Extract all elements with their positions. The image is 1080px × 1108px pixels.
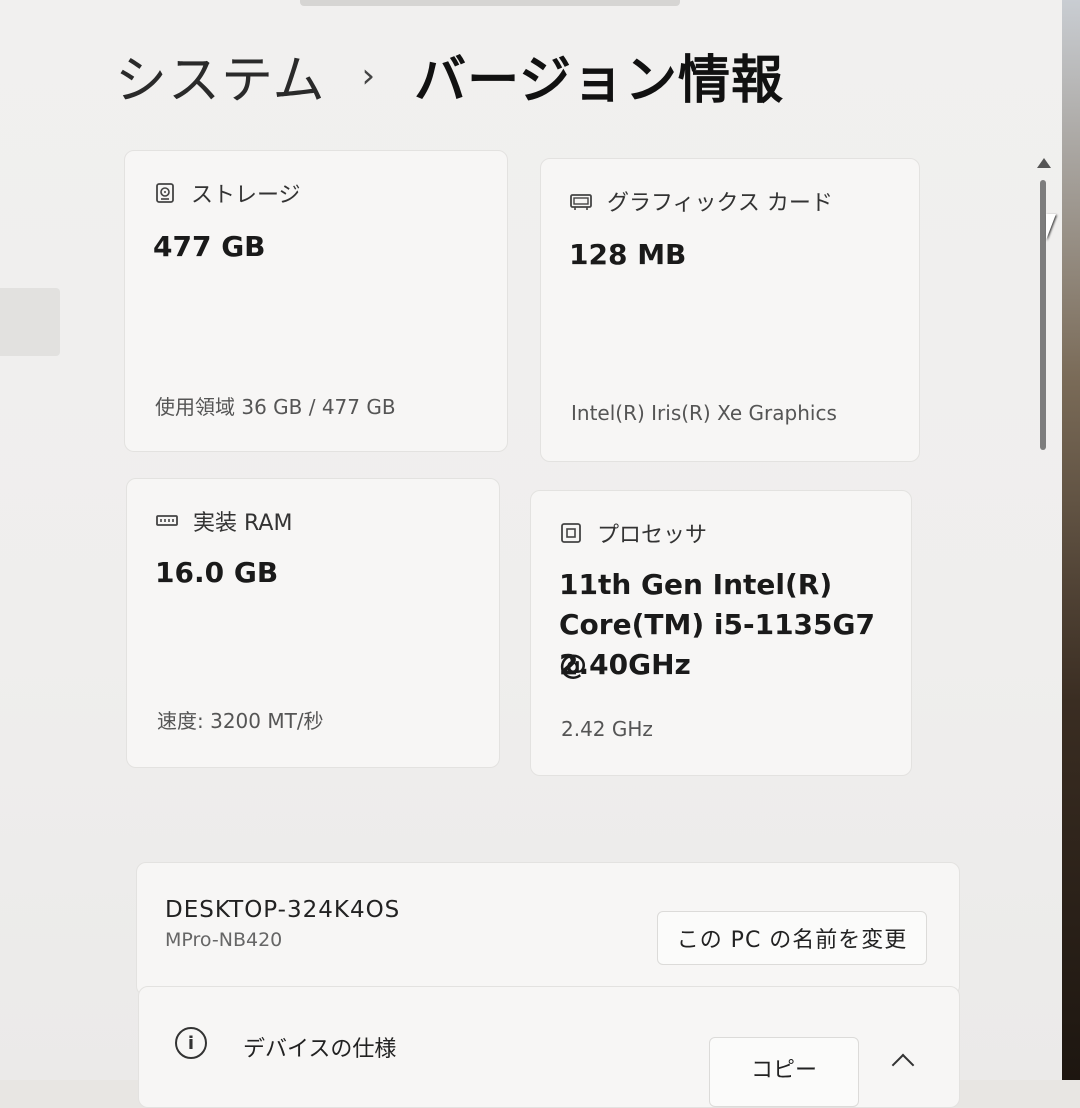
device-specs-section[interactable]: i デバイスの仕様 コピー: [138, 986, 960, 1108]
processor-speed: 2.42 GHz: [561, 717, 653, 741]
hard-drive-icon: [156, 183, 174, 203]
ram-speed: 速度: 3200 MT/秒: [157, 709, 324, 733]
graphics-card-header: グラフィックス カード: [569, 185, 833, 217]
ram-title: 実装 RAM: [193, 511, 293, 536]
breadcrumb-system[interactable]: システム: [115, 38, 325, 113]
background-edge: [1062, 0, 1080, 1080]
device-model: MPro-NB420: [165, 929, 283, 951]
copy-button[interactable]: コピー: [709, 1037, 859, 1107]
rename-pc-button[interactable]: この PC の名前を変更: [657, 911, 927, 965]
page-title: バージョン情報: [414, 51, 785, 111]
scrollbar[interactable]: [1036, 158, 1051, 458]
scroll-up-arrow-icon[interactable]: [1037, 158, 1051, 168]
device-name-card: DESKTOP-324K4OS MPro-NB420 この PC の名前を変更: [136, 862, 960, 996]
settings-window: システム › バージョン情報 ストレージ 477 GB 使用領域 36 GB /…: [0, 0, 1062, 1108]
processor-name-line-3: 2.40GHz: [559, 648, 691, 681]
memory-icon: [156, 515, 178, 526]
storage-card: ストレージ 477 GB 使用領域 36 GB / 477 GB: [124, 150, 508, 452]
processor-card: プロセッサ 11th Gen Intel(R) Core(TM) i5-1135…: [530, 490, 912, 776]
ram-card: 実装 RAM 16.0 GB 速度: 3200 MT/秒: [126, 478, 500, 768]
sidebar-selected-item[interactable]: [0, 288, 60, 356]
graphics-card-model: Intel(R) Iris(R) Xe Graphics: [571, 401, 837, 425]
processor-title: プロセッサ: [597, 523, 708, 548]
storage-value: 477 GB: [153, 230, 266, 263]
graphics-card-title: グラフィックス カード: [607, 191, 833, 216]
graphics-card-card: グラフィックス カード 128 MB Intel(R) Iris(R) Xe G…: [540, 158, 920, 462]
window-edge: [300, 0, 680, 6]
ram-value: 16.0 GB: [155, 556, 279, 589]
processor-card-header: プロセッサ: [559, 517, 707, 549]
graphics-card-value: 128 MB: [569, 238, 687, 271]
device-specs-label: デバイスの仕様: [243, 1037, 397, 1062]
storage-title: ストレージ: [191, 183, 301, 208]
device-name: DESKTOP-324K4OS: [165, 897, 401, 923]
storage-usage: 使用領域 36 GB / 477 GB: [155, 395, 396, 419]
breadcrumb-separator: ›: [361, 55, 377, 96]
processor-name-line-1: 11th Gen Intel(R): [559, 568, 833, 601]
mouse-cursor-icon: [1046, 214, 1056, 240]
info-icon: i: [175, 1027, 207, 1059]
ram-card-header: 実装 RAM: [155, 505, 292, 537]
storage-card-header: ストレージ: [153, 177, 301, 209]
breadcrumb: システム › バージョン情報: [115, 38, 784, 113]
graphics-card-icon: [570, 194, 592, 210]
processor-icon: [561, 523, 581, 543]
chevron-up-icon[interactable]: [891, 1053, 915, 1077]
